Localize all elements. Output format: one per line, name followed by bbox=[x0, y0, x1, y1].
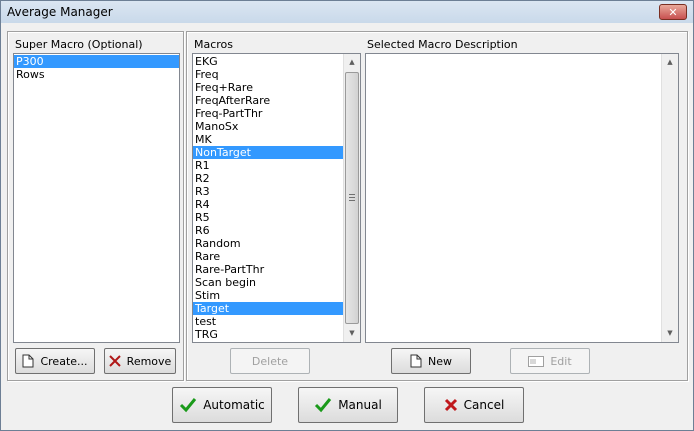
macro-item[interactable]: FreqAfterRare bbox=[193, 94, 344, 107]
macro-item[interactable]: R1 bbox=[193, 159, 344, 172]
macro-item[interactable]: NonTarget bbox=[193, 146, 344, 159]
desc-scroll-up-icon[interactable]: ▲ bbox=[662, 54, 678, 71]
macro-item[interactable]: Freq+Rare bbox=[193, 81, 344, 94]
scroll-down-icon[interactable]: ▼ bbox=[344, 325, 360, 342]
manual-button[interactable]: Manual bbox=[298, 387, 398, 423]
macro-item[interactable]: R5 bbox=[193, 211, 344, 224]
super-macro-list[interactable]: P300 Rows bbox=[13, 53, 180, 343]
macro-item[interactable]: EKG bbox=[193, 55, 344, 68]
desc-scroll-down-icon[interactable]: ▼ bbox=[662, 325, 678, 342]
macro-item[interactable]: R2 bbox=[193, 172, 344, 185]
description-scrollbar[interactable]: ▲ ▼ bbox=[661, 54, 678, 342]
automatic-button[interactable]: Automatic bbox=[172, 387, 272, 423]
close-button[interactable]: ✕ bbox=[659, 4, 687, 20]
super-macro-item[interactable]: Rows bbox=[14, 68, 179, 81]
remove-button-label: Remove bbox=[126, 354, 172, 368]
macro-item[interactable]: test bbox=[193, 315, 344, 328]
macros-label: Macros bbox=[194, 38, 234, 51]
macro-item[interactable]: TRG bbox=[193, 328, 344, 341]
cancel-x-icon bbox=[444, 398, 457, 412]
delete-button-label: Delete bbox=[251, 354, 289, 368]
macros-scrollbar[interactable]: ▲ ▼ bbox=[343, 54, 360, 342]
macro-item[interactable]: ManoSx bbox=[193, 120, 344, 133]
new-button[interactable]: New bbox=[391, 348, 471, 374]
macros-list[interactable]: EKG Freq Freq+Rare FreqAfterRare Freq-PartTh… bbox=[192, 53, 361, 343]
scroll-thumb[interactable] bbox=[345, 72, 359, 324]
create-button-label: Create... bbox=[40, 354, 88, 368]
create-button[interactable]: Create... bbox=[15, 348, 95, 374]
macro-item[interactable]: R3 bbox=[193, 185, 344, 198]
macro-item[interactable]: Freq bbox=[193, 68, 344, 81]
remove-button[interactable]: Remove bbox=[104, 348, 176, 374]
macro-item[interactable]: Rare-PartThr bbox=[193, 263, 344, 276]
macro-item[interactable]: Rare bbox=[193, 250, 344, 263]
macro-item[interactable]: Scan begin bbox=[193, 276, 344, 289]
check-icon bbox=[180, 398, 197, 413]
grip-icon bbox=[349, 194, 355, 203]
macro-item[interactable]: R4 bbox=[193, 198, 344, 211]
close-icon: ✕ bbox=[668, 6, 678, 19]
automatic-button-label: Automatic bbox=[203, 398, 265, 412]
macro-item[interactable]: Random bbox=[193, 237, 344, 250]
title-bar: Average Manager ✕ bbox=[1, 1, 693, 23]
macro-item[interactable]: R6 bbox=[193, 224, 344, 237]
super-macro-item[interactable]: P300 bbox=[14, 55, 179, 68]
window-title: Average Manager bbox=[7, 5, 113, 19]
description-box[interactable]: ▲ ▼ bbox=[365, 53, 679, 343]
delete-button[interactable]: Delete bbox=[230, 348, 310, 374]
super-macro-label: Super Macro (Optional) bbox=[15, 38, 143, 51]
new-document-icon bbox=[410, 354, 422, 368]
macro-item[interactable]: Stim bbox=[193, 289, 344, 302]
edit-button-label: Edit bbox=[550, 354, 572, 368]
average-manager-window: Average Manager ✕ Super Macro (Optional)… bbox=[0, 0, 694, 431]
scroll-up-icon[interactable]: ▲ bbox=[344, 54, 360, 71]
edit-field-icon bbox=[528, 355, 545, 367]
new-button-label: New bbox=[428, 354, 452, 368]
description-label: Selected Macro Description bbox=[367, 38, 518, 51]
remove-x-icon bbox=[108, 355, 121, 367]
macro-item[interactable]: MK bbox=[193, 133, 344, 146]
cancel-button[interactable]: Cancel bbox=[424, 387, 524, 423]
cancel-button-label: Cancel bbox=[463, 398, 505, 412]
new-document-icon bbox=[22, 354, 34, 368]
macro-item[interactable]: Target bbox=[193, 302, 344, 315]
edit-button[interactable]: Edit bbox=[510, 348, 590, 374]
macro-item[interactable]: Freq-PartThr bbox=[193, 107, 344, 120]
manual-button-label: Manual bbox=[338, 398, 382, 412]
check-icon bbox=[315, 398, 332, 413]
